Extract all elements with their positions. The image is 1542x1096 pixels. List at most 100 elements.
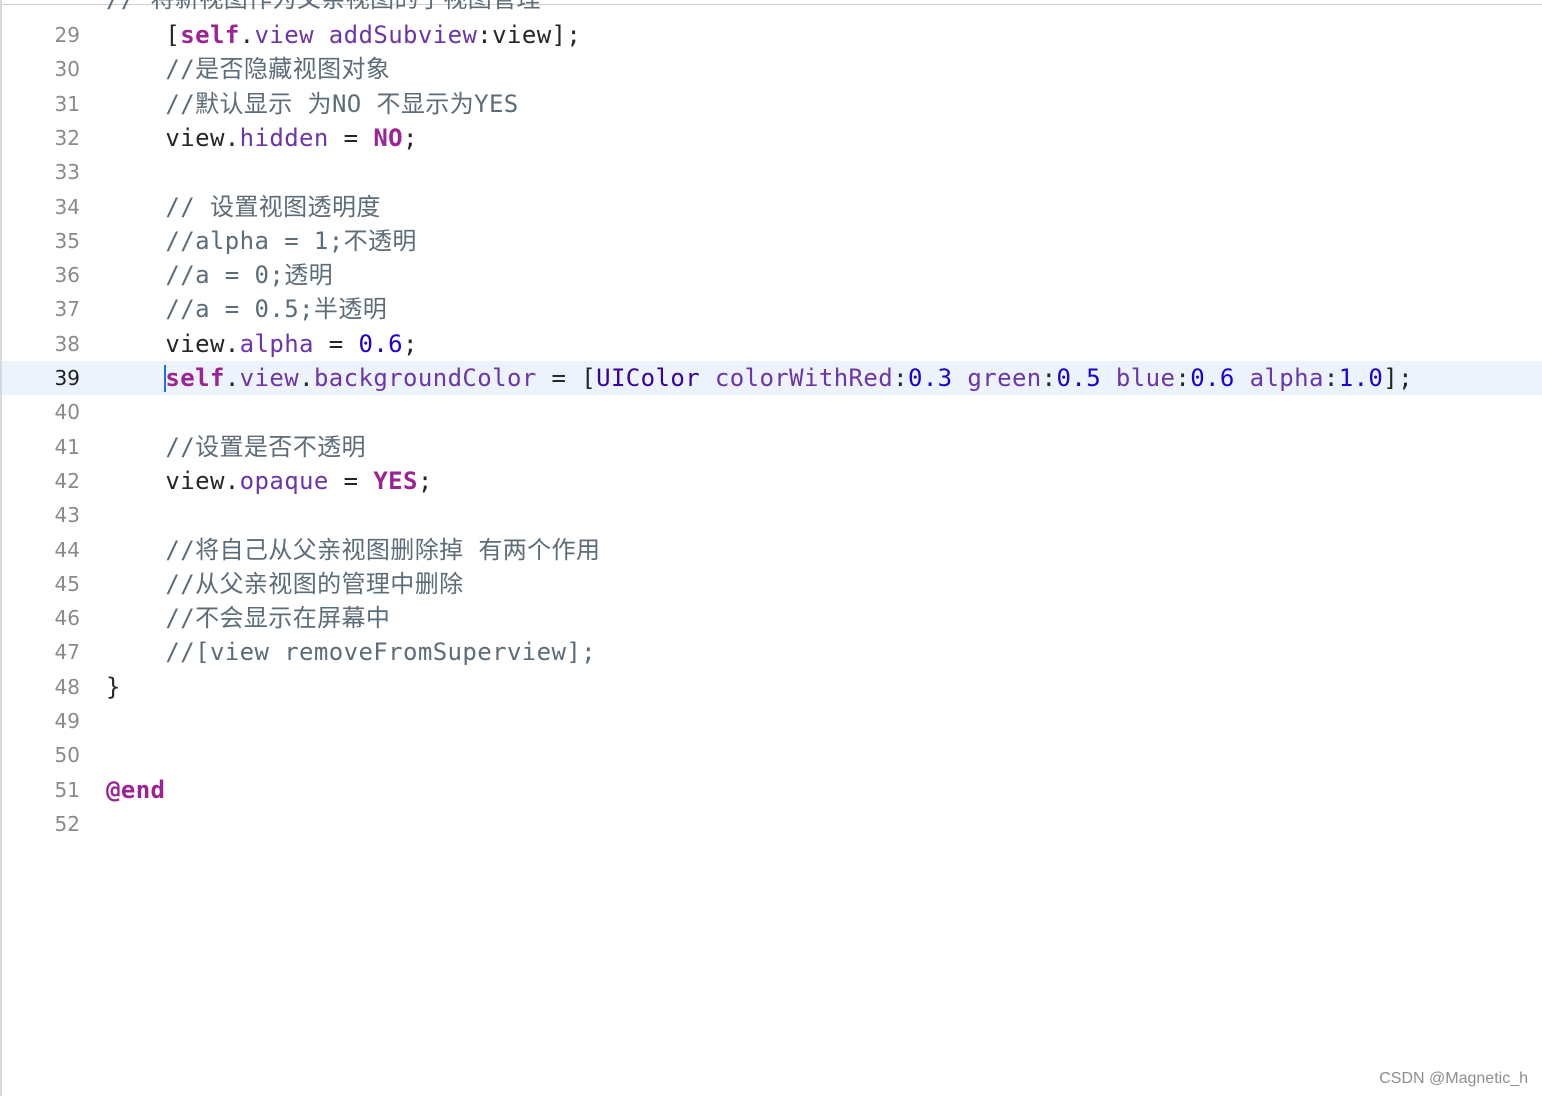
code-line[interactable]: 32 view.hidden = NO;	[2, 121, 1542, 155]
token-plain: ];	[1383, 364, 1413, 392]
code-line[interactable]: 30 //是否隐藏视图对象	[2, 52, 1542, 86]
token-plain: view.	[165, 329, 240, 358]
text-cursor	[164, 365, 166, 392]
code-text[interactable]: //[view removeFromSuperview];	[106, 635, 596, 669]
token-plain: .	[299, 364, 314, 392]
line-number: 32	[54, 125, 80, 150]
code-line[interactable]: 45 //从父亲视图的管理中删除	[2, 567, 1542, 601]
token-plain: :	[893, 364, 908, 392]
code-text[interactable]: // 设置视图透明度	[106, 190, 381, 224]
code-line[interactable]: 38 view.alpha = 0.6;	[2, 327, 1542, 361]
token-kw: @end	[106, 775, 166, 804]
code-line[interactable]: 29 [self.view addSubview:view];	[2, 18, 1542, 52]
code-line[interactable]: 37 //a = 0.5;半透明	[2, 292, 1542, 326]
code-line[interactable]: 33	[2, 155, 1542, 189]
token-prop: opaque	[239, 466, 329, 495]
line-number: 40	[54, 400, 80, 425]
code-line[interactable]: 43	[2, 498, 1542, 532]
code-editor[interactable]: // 将新视图作为父亲视图的子视图管理 29 [self.view addSub…	[0, 0, 1542, 1096]
line-number: 45	[54, 571, 80, 596]
line-number: 33	[54, 160, 80, 185]
token-kw: NO	[373, 123, 404, 152]
line-number: 30	[54, 57, 80, 82]
token-kw: self	[165, 364, 225, 392]
code-line[interactable]: 42 view.opaque = YES;	[2, 464, 1542, 498]
code-text[interactable]: //是否隐藏视图对象	[106, 52, 390, 86]
code-text[interactable]: //默认显示 为NO 不显示为YES	[106, 87, 519, 121]
code-text[interactable]: self.view.backgroundColor = [UIColor col…	[106, 361, 1413, 395]
line-number: 34	[54, 194, 80, 219]
token-num: 0.6	[1190, 364, 1235, 392]
token-plain: =	[328, 466, 374, 495]
code-text[interactable]: view.hidden = NO;	[106, 121, 418, 155]
token-comment: //[view removeFromSuperview];	[165, 638, 597, 667]
code-line[interactable]: 46 //不会显示在屏幕中	[2, 601, 1542, 635]
token-plain: ;	[403, 329, 418, 358]
code-line[interactable]: 36 //a = 0;透明	[2, 258, 1542, 292]
code-line[interactable]: 40	[2, 395, 1542, 429]
line-number: 50	[54, 743, 80, 768]
line-number: 31	[54, 91, 80, 116]
token-prop: view	[239, 364, 300, 392]
token-plain: ;	[403, 123, 418, 152]
code-text[interactable]: view.opaque = YES;	[106, 464, 433, 498]
code-text[interactable]: //a = 0.5;半透明	[106, 292, 387, 326]
token-kw: YES	[373, 466, 418, 495]
code-text[interactable]: //设置是否不透明	[106, 430, 366, 464]
token-plain: :	[1175, 364, 1191, 392]
code-line[interactable]: 47 //[view removeFromSuperview];	[2, 635, 1542, 669]
code-line[interactable]: 34 // 设置视图透明度	[2, 190, 1542, 224]
token-plain: view.	[165, 466, 240, 495]
token-prop: hidden	[239, 123, 329, 152]
code-text[interactable]: //从父亲视图的管理中删除	[106, 567, 464, 601]
token-num: 0.3	[907, 364, 953, 392]
code-text[interactable]: }	[106, 670, 121, 704]
token-plain: .	[224, 364, 240, 392]
code-line[interactable]: 51 @end	[2, 773, 1542, 807]
token-comment: //alpha = 1;不透明	[165, 226, 417, 255]
code-line[interactable]: 35 //alpha = 1;不透明	[2, 224, 1542, 258]
line-number: 39	[54, 366, 80, 390]
code-text[interactable]: //a = 0;透明	[106, 258, 333, 292]
token-comment: // 设置视图透明度	[165, 192, 381, 221]
code-text[interactable]: [self.view addSubview:view];	[106, 18, 581, 52]
partially-visible-line: // 将新视图作为父亲视图的子视图管理	[106, 0, 541, 16]
line-number: 46	[54, 606, 80, 631]
code-text[interactable]: view.alpha = 0.6;	[106, 327, 418, 361]
token-comment: //从父亲视图的管理中删除	[165, 569, 464, 598]
current-code-line[interactable]: 39 self.view.backgroundColor = [UIColor …	[2, 361, 1542, 395]
code-line[interactable]: 50	[2, 738, 1542, 772]
token-num: 0.5	[1056, 364, 1102, 392]
code-line[interactable]: 48}	[2, 670, 1542, 704]
token-cls: UIColor	[596, 364, 701, 392]
token-prop: colorWithRed	[714, 364, 894, 392]
code-line[interactable]: 31 //默认显示 为NO 不显示为YES	[2, 87, 1542, 121]
line-number: 35	[54, 228, 80, 253]
token-plain: = [	[536, 364, 597, 392]
token-comment: //a = 0;透明	[165, 261, 333, 290]
code-line[interactable]: 49	[2, 704, 1542, 738]
code-text[interactable]: //不会显示在屏幕中	[106, 601, 390, 635]
line-number: 41	[54, 434, 80, 459]
code-line[interactable]: 44 //将自己从父亲视图删除掉 有两个作用	[2, 533, 1542, 567]
code-line[interactable]: 52	[2, 807, 1542, 841]
line-number: 29	[54, 23, 80, 47]
code-text[interactable]: //将自己从父亲视图删除掉 有两个作用	[106, 533, 600, 567]
line-number: 38	[54, 331, 80, 356]
code-line[interactable]: 41 //设置是否不透明	[2, 430, 1542, 464]
code-text[interactable]: @end	[106, 773, 165, 807]
code-text[interactable]: //alpha = 1;不透明	[106, 224, 417, 258]
